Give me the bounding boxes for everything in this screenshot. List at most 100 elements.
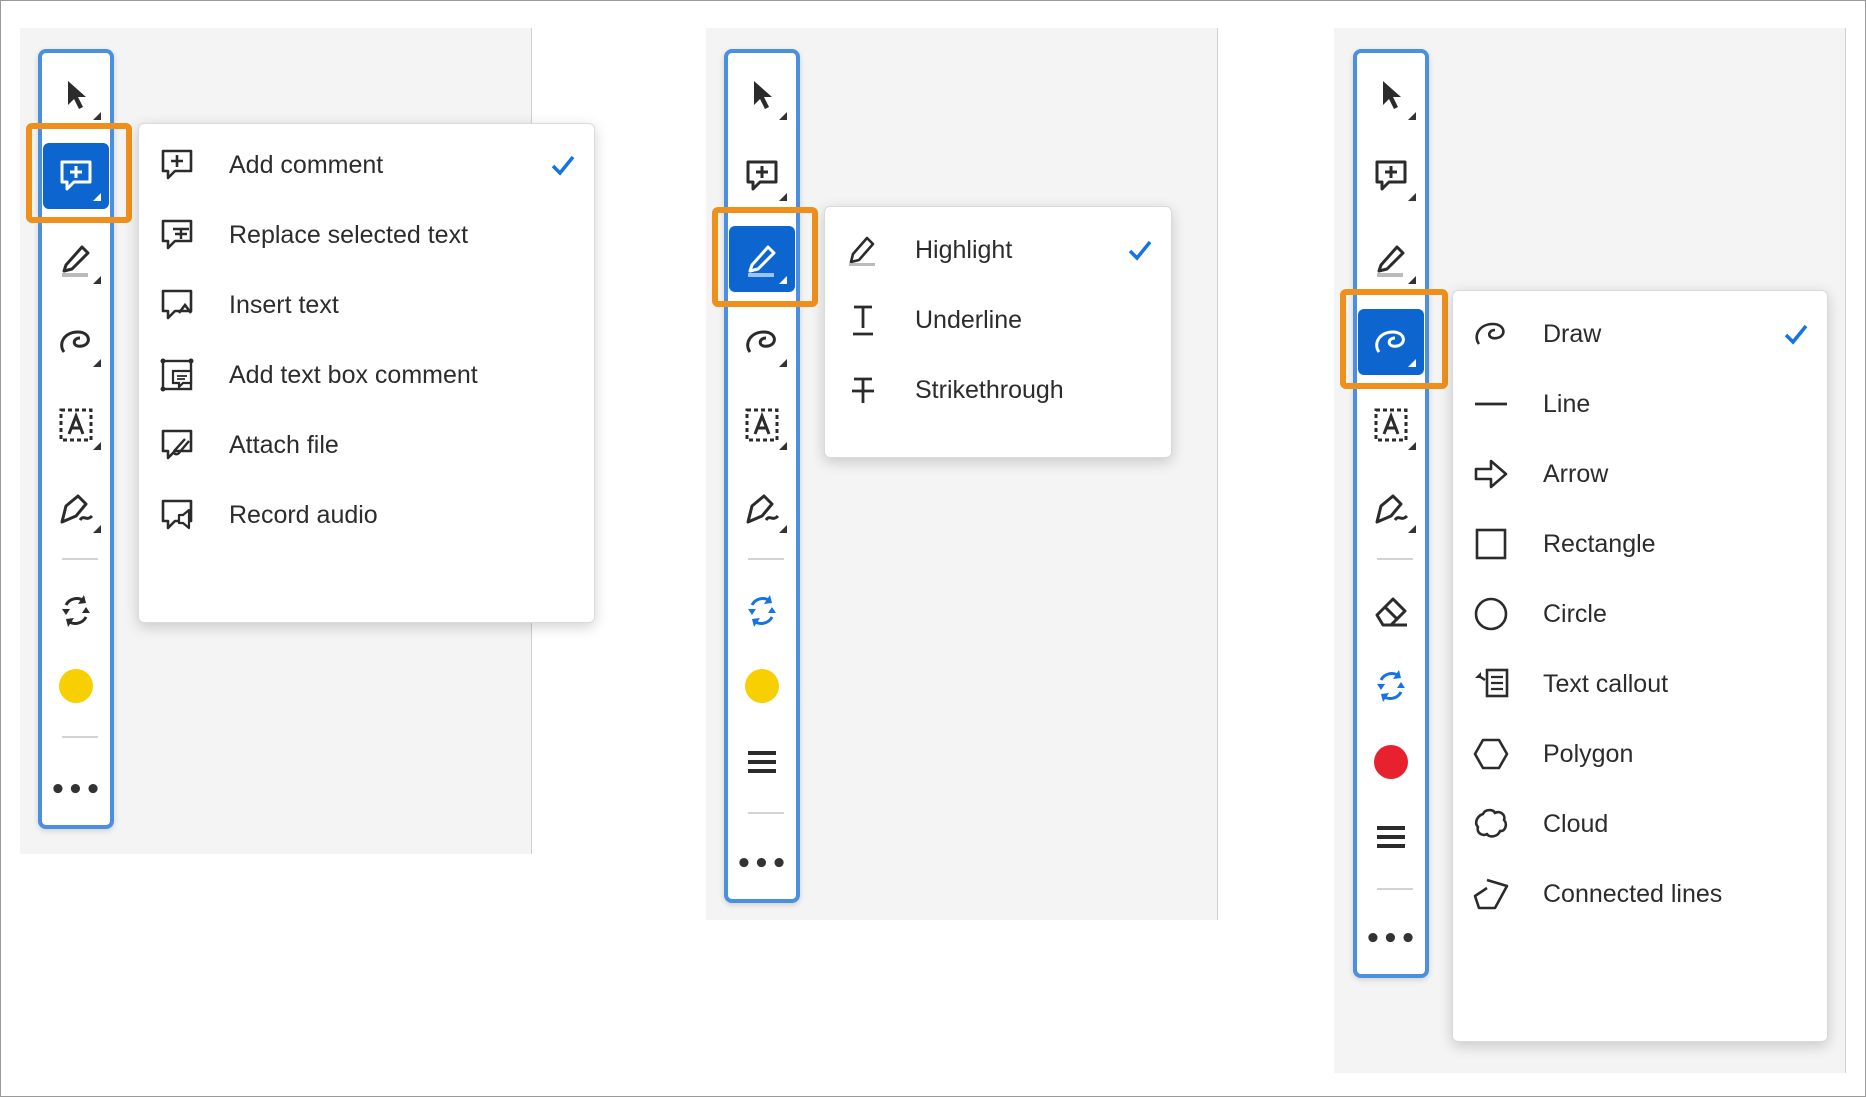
highlight-pen-icon (62, 245, 90, 277)
menu-item-label: Cloud (1543, 809, 1609, 838)
checkmark-icon (1128, 240, 1152, 261)
color-swatch-button[interactable] (43, 653, 109, 719)
menu-item-circle[interactable]: Circle (1453, 579, 1827, 649)
menu-item-underline[interactable]: Underline (825, 285, 1171, 355)
menu-item-label: Attach file (229, 430, 339, 459)
menu-item-label: Arrow (1543, 459, 1609, 488)
comment-plus-icon (161, 149, 193, 180)
menu-item-arrow[interactable]: Arrow (1453, 439, 1827, 509)
sign-pen-icon (1375, 494, 1409, 524)
select-tool-button[interactable] (729, 62, 795, 128)
line-icon (1475, 402, 1507, 406)
attach-file-icon (161, 429, 193, 460)
menu-item-label: Add text box comment (229, 360, 478, 389)
arrow-icon (1474, 459, 1508, 489)
toolbar-divider (62, 558, 98, 560)
sign-tool-button[interactable] (43, 475, 109, 541)
rotate-tool-button[interactable] (729, 578, 795, 644)
more-icon: ••• (735, 849, 789, 879)
menu-item-connected-lines[interactable]: Connected lines (1453, 859, 1827, 929)
add-comment-tool-button[interactable] (729, 143, 795, 209)
menu-item-label: Replace selected text (229, 220, 469, 249)
sign-tool-button[interactable] (1358, 475, 1424, 541)
rotate-tool-button[interactable] (43, 578, 109, 644)
menu-item-label: Insert text (229, 290, 339, 319)
rotate-arrows-icon (62, 595, 90, 627)
selected-tool-highlight-frame (712, 207, 818, 307)
menu-item-rectangle[interactable]: Rectangle (1453, 509, 1827, 579)
circle-icon (1474, 597, 1508, 631)
more-icon: ••• (1364, 924, 1418, 954)
select-arrow-icon (68, 81, 86, 109)
toolbar-divider (62, 736, 98, 738)
menu-item-record-audio[interactable]: Record audio (139, 480, 594, 550)
toolbar-divider (748, 812, 784, 814)
menu-item-label: Connected lines (1543, 879, 1723, 908)
highlight-tool-button[interactable] (43, 226, 109, 292)
menu-item-label: Line (1543, 389, 1591, 418)
menu-item-label: Record audio (229, 500, 378, 529)
select-arrow-icon (1383, 81, 1401, 109)
highlight-toolbar: ••• (724, 49, 800, 903)
text-box-tool-button[interactable] (1358, 392, 1424, 458)
menu-item-highlight[interactable]: Highlight (825, 215, 1171, 285)
text-box-tool-button[interactable] (43, 392, 109, 458)
text-box-tool-button[interactable] (729, 392, 795, 458)
menu-item-label: Circle (1543, 599, 1607, 628)
text-callout-icon (1475, 668, 1509, 698)
rotate-tool-button[interactable] (1358, 653, 1424, 719)
menu-item-insert-text[interactable]: Insert text (139, 270, 594, 340)
add-comment-icon (746, 160, 778, 191)
menu-item-label: Rectangle (1543, 529, 1656, 558)
draw-tool-button[interactable] (43, 309, 109, 375)
highlight-icon (849, 236, 875, 266)
line-weight-button[interactable] (1358, 804, 1424, 870)
menu-item-label: Underline (915, 305, 1023, 334)
menu-item-add-comment[interactable]: Add comment (139, 130, 594, 200)
menu-item-label: Draw (1543, 319, 1602, 348)
more-icon: ••• (49, 775, 103, 805)
more-tools-button[interactable]: ••• (1358, 906, 1424, 972)
eraser-icon (1375, 597, 1407, 627)
draw-tool-button[interactable] (729, 309, 795, 375)
menu-item-replace-selected-text[interactable]: Replace selected text (139, 200, 594, 270)
menu-item-draw[interactable]: Draw (1453, 299, 1827, 369)
rotate-arrows-icon (748, 595, 776, 627)
menu-item-label: Highlight (915, 235, 1013, 264)
menu-item-text-callout[interactable]: Text callout (1453, 649, 1827, 719)
menu-item-label: Add comment (229, 150, 384, 179)
menu-item-polygon[interactable]: Polygon (1453, 719, 1827, 789)
menu-item-label: Strikethrough (915, 375, 1064, 404)
drawing-toolbar: ••• (1353, 49, 1429, 978)
cloud-icon (1474, 808, 1508, 838)
record-audio-icon (161, 499, 193, 530)
eraser-tool-button[interactable] (1358, 578, 1424, 644)
menu-item-cloud[interactable]: Cloud (1453, 789, 1827, 859)
menu-item-strikethrough[interactable]: Strikethrough (825, 355, 1171, 425)
color-swatch-button[interactable] (729, 653, 795, 719)
more-tools-button[interactable]: ••• (729, 831, 795, 897)
select-tool-button[interactable] (43, 62, 109, 128)
color-swatch-button[interactable] (1358, 729, 1424, 795)
toolbar-divider (748, 558, 784, 560)
select-tool-button[interactable] (1358, 62, 1424, 128)
add-comment-tool-button[interactable] (1358, 143, 1424, 209)
text-box-icon (59, 408, 93, 442)
highlight-pen-icon (1377, 245, 1405, 277)
menu-item-line[interactable]: Line (1453, 369, 1827, 439)
select-arrow-icon (754, 81, 772, 109)
sign-pen-icon (60, 494, 94, 524)
draw-loop-icon (60, 330, 90, 353)
menu-item-label: Text callout (1543, 669, 1669, 698)
polygon-icon (1473, 738, 1509, 770)
line-weight-button[interactable] (729, 729, 795, 795)
draw-loop-icon (1475, 322, 1505, 345)
checkmark-icon (1784, 324, 1808, 345)
sign-tool-button[interactable] (729, 475, 795, 541)
more-tools-button[interactable]: ••• (43, 757, 109, 823)
highlight-tool-button[interactable] (1358, 226, 1424, 292)
menu-item-add-text-box-comment[interactable]: Add text box comment (139, 340, 594, 410)
color-swatch-red (1374, 745, 1408, 779)
menu-item-attach-file[interactable]: Attach file (139, 410, 594, 480)
text-box-icon (1374, 408, 1408, 442)
